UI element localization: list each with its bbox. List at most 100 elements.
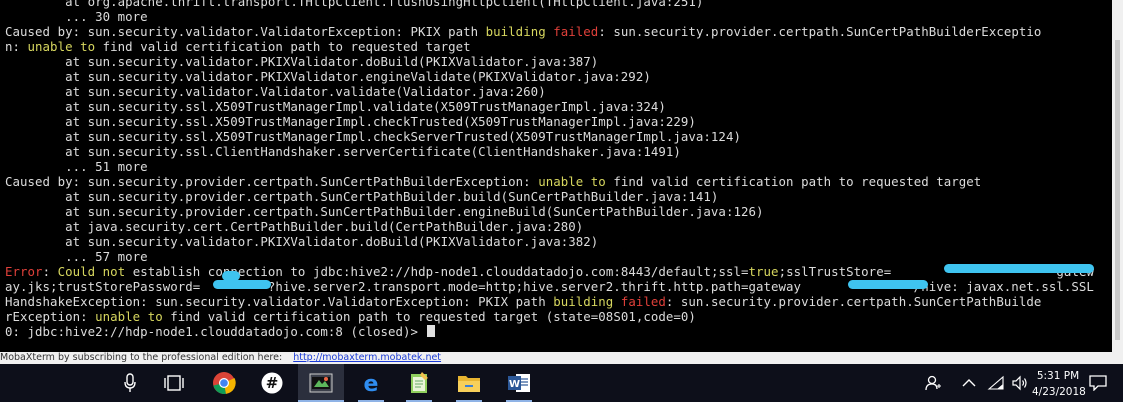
scrollbar-thumb[interactable] [1115,40,1120,340]
terminal-text-segment: find valid certification path to request… [95,39,471,54]
terminal-text-segment: HandshakeException: sun.security.validat… [5,294,554,309]
terminal-line: Error: Could not establish connection to… [5,264,1094,279]
terminal-line: at java.security.cert.CertPathBuilder.bu… [5,219,1094,234]
terminal-line: at sun.security.ssl.X509TrustManagerImpl… [5,99,1094,114]
terminal-text-segment: at sun.security.validator.PKIXValidator.… [5,234,599,249]
terminal-text-segment: : sun.security.provider.certpath.SunCert… [598,24,1042,39]
terminal-text-segment: : [42,264,58,279]
terminal-text-segment: to [590,174,606,189]
svg-text:W: W [509,379,520,390]
terminal-text-segment: at sun.security.ssl.X509TrustManagerImpl… [5,114,696,129]
terminal-line: at sun.security.provider.certpath.SunCer… [5,204,1094,219]
terminal-window[interactable]: at org.apache.thrift.transport.THttpClie… [0,0,1112,352]
redaction-mark [213,280,271,289]
terminal-text-segment: unable [27,39,73,54]
terminal-text-segment: at sun.security.ssl.ClientHandshaker.ser… [5,144,681,159]
terminal-text-segment: building [485,24,546,39]
terminal-line: at sun.security.ssl.X509TrustManagerImpl… [5,114,1094,129]
terminal-text-segment: 0: jdbc:hive2://hdp-node1.clouddatadojo.… [5,324,426,339]
terminal-line: at org.apache.thrift.transport.THttpClie… [5,0,1094,9]
notifications-icon[interactable] [1084,369,1112,397]
terminal-text-segment: at sun.security.validator.Validator.vali… [5,84,546,99]
terminal-text-segment: n: [5,39,28,54]
terminal-text-segment: ... 57 more [5,249,148,264]
terminal-text-segment: : sun.security.provider.certpath.SunCert… [665,294,1042,309]
terminal-text-segment: at sun.security.validator.PKIXValidator.… [5,69,651,84]
terminal-line: ... 30 more [5,9,1094,24]
terminal-text-segment: ... 30 more [5,9,148,24]
terminal-line: at sun.security.validator.PKIXValidator.… [5,54,1094,69]
terminal-line: ... 51 more [5,159,1094,174]
windows-taskbar: # e W 5:31 PM 4/23/2018 [0,364,1123,402]
terminal-line: Caused by: sun.security.validator.Valida… [5,24,1094,39]
terminal-line: at sun.security.validator.PKIXValidator.… [5,69,1094,84]
terminal-line: ... 57 more [5,249,1094,264]
terminal-text-segment: at sun.security.provider.certpath.SunCer… [5,189,719,204]
clock-date[interactable]: 4/23/2018 [1032,386,1086,398]
terminal-line: at sun.security.ssl.ClientHandshaker.ser… [5,144,1094,159]
mobaxterm-ad-bar: MobaXterm by subscribing to the professi… [0,352,1123,364]
terminal-text-segment: at sun.security.provider.certpath.SunCer… [5,204,764,219]
terminal-text-segment: at sun.security.validator.PKIXValidator.… [5,54,599,69]
edge-icon[interactable]: e [357,369,385,397]
terminal-line: at sun.security.validator.Validator.vali… [5,84,1094,99]
terminal-text-segment: Could [57,264,96,279]
terminal-text-segment: unable [538,174,584,189]
terminal-text-segment: unable [95,309,141,324]
terminal-line: at sun.security.validator.PKIXValidator.… [5,234,1094,249]
terminal-text-segment: find valid certification path to request… [162,309,696,324]
terminal-text-segment: ... 51 more [5,159,148,174]
terminal-text-segment: failed [553,24,599,39]
terminal-line: ay.jks;trustStorePassword= ?hive.server2… [5,279,1094,294]
terminal-line: HandshakeException: sun.security.validat… [5,294,1094,309]
terminal-text-segment: ay.jks;trustStorePassword= ?hive.server2… [5,279,1094,294]
chevron-up-icon[interactable] [955,369,983,397]
clock-time[interactable]: 5:31 PM [1032,370,1084,382]
redaction-mark [944,264,1094,273]
svg-text:e: e [364,372,379,394]
microphone-icon[interactable] [116,369,144,397]
notepad-icon[interactable] [405,369,433,397]
terminal-text-segment: find valid certification path to request… [605,174,982,189]
mobaxterm-icon[interactable] [307,369,335,397]
terminal-line: rException: unable to find valid certifi… [5,309,1094,324]
terminal-line: n: unable to find valid certification pa… [5,39,1094,54]
terminal-text-segment: Error [5,264,43,279]
terminal-text-segment: Caused by: sun.security.validator.Valida… [5,24,486,39]
redaction-mark [848,280,928,289]
terminal-text-segment: building [553,294,614,309]
people-icon[interactable] [920,369,948,397]
terminal-text-segment: failed [620,294,666,309]
ad-text: MobaXterm by subscribing to the professi… [0,352,283,363]
terminal-text-segment: Caused by: sun.security.provider.certpat… [5,174,539,189]
svg-text:#: # [266,374,279,392]
terminal-text-segment: to [147,309,163,324]
terminal-line: at sun.security.provider.certpath.SunCer… [5,189,1094,204]
slack-icon[interactable]: # [258,369,286,397]
terminal-text-segment: at java.security.cert.CertPathBuilder.bu… [5,219,584,234]
terminal-line: at sun.security.ssl.X509TrustManagerImpl… [5,129,1094,144]
terminal-text-segment: rException: [5,309,96,324]
ad-link[interactable]: http://mobaxterm.mobatek.net [293,352,441,363]
terminal-text-segment: establish connection to jdbc:hive2://hdp… [125,264,749,279]
terminal-line: Caused by: sun.security.provider.certpat… [5,174,1094,189]
terminal-line: 0: jdbc:hive2://hdp-node1.clouddatadojo.… [5,324,1094,339]
terminal-text-segment: at sun.security.ssl.X509TrustManagerImpl… [5,99,666,114]
terminal-cursor [426,325,435,337]
terminal-text-segment: to [80,39,96,54]
terminal-text-segment: at org.apache.thrift.transport.THttpClie… [5,0,704,9]
file-explorer-icon[interactable] [455,369,483,397]
task-view-icon[interactable] [160,369,188,397]
terminal-text-segment: at sun.security.ssl.X509TrustManagerImpl… [5,129,741,144]
terminal-output: at org.apache.thrift.transport.THttpClie… [5,0,1094,339]
terminal-text-segment: true [748,264,779,279]
volume-icon[interactable] [1006,369,1034,397]
chrome-icon[interactable] [210,369,238,397]
word-icon[interactable]: W [505,369,533,397]
terminal-text-segment: not [102,264,126,279]
